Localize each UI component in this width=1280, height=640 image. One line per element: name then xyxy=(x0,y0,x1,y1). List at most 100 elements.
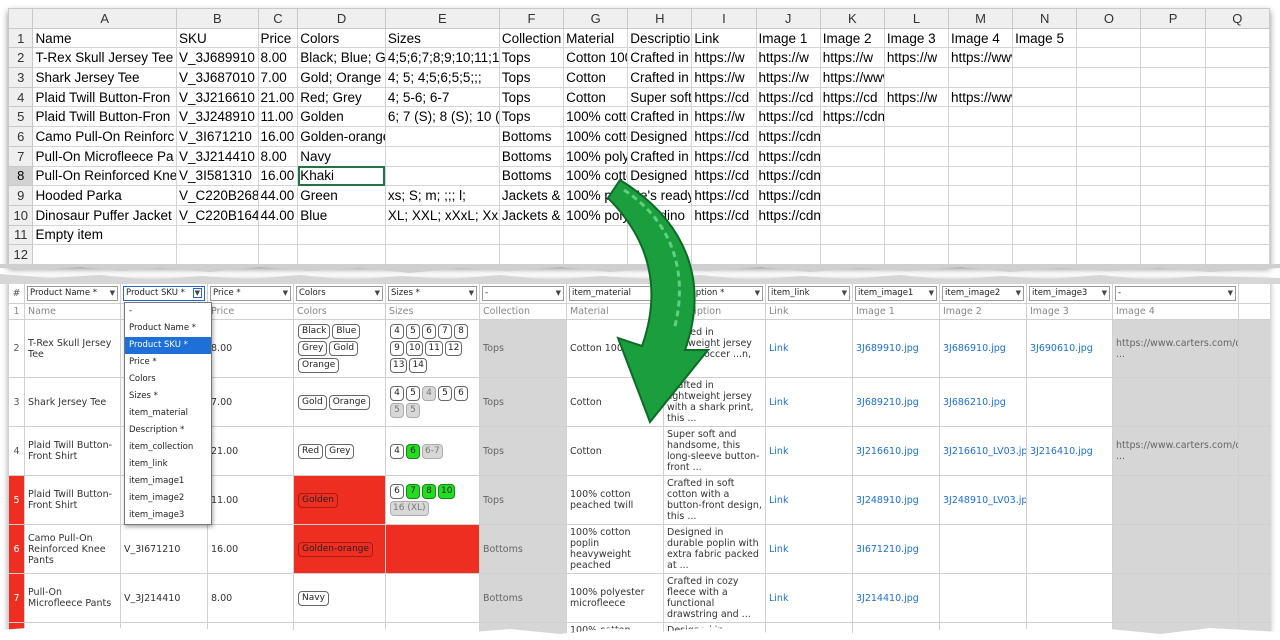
field-mapping-select[interactable]: - ▼ xyxy=(482,285,564,301)
sheet-cell[interactable]: https://w xyxy=(755,47,821,69)
sheet-cell[interactable] xyxy=(1140,86,1206,108)
sheet-cell[interactable] xyxy=(883,244,950,265)
sheet-cell[interactable] xyxy=(1076,204,1142,226)
column-header-e[interactable]: E xyxy=(384,8,500,29)
sheet-cell[interactable]: Designed xyxy=(627,126,693,147)
size-tag[interactable]: 9 xyxy=(390,341,404,356)
sheet-cell[interactable] xyxy=(1140,185,1206,206)
image2-cell-text[interactable]: 3J248910_LV03.jpg xyxy=(943,495,1026,506)
sheet-cell[interactable]: https://w xyxy=(883,86,950,108)
link-cell-text[interactable]: Link xyxy=(769,397,788,408)
sheet-cell[interactable] xyxy=(1204,67,1270,88)
size-tag[interactable]: 8 xyxy=(454,324,468,339)
sheet-cell[interactable] xyxy=(883,185,950,206)
sheet-cell[interactable] xyxy=(948,244,1014,265)
row-number[interactable]: 1 xyxy=(8,27,34,49)
sheet-cell[interactable] xyxy=(1012,224,1078,246)
size-tag[interactable]: 6 xyxy=(406,443,420,459)
row-number[interactable]: 12 xyxy=(8,244,34,265)
sheet-cell[interactable]: 100% cotto xyxy=(563,106,629,128)
sheet-cell[interactable]: 6; 7 (S); 8 (S); 10 (N xyxy=(384,106,500,128)
dropdown-option[interactable]: item_image3 xyxy=(125,507,211,524)
sheet-cell[interactable] xyxy=(1076,224,1142,246)
sheet-cell[interactable]: Pull-On Microfleece Pa xyxy=(32,145,178,167)
sheet-cell[interactable]: 21.00 xyxy=(257,86,299,108)
sheet-cell[interactable] xyxy=(1204,106,1270,128)
field-mapping-select[interactable]: Product Name * ▼ xyxy=(27,285,118,301)
size-tag[interactable]: 6 xyxy=(454,386,468,401)
sheet-cell[interactable] xyxy=(948,145,1014,167)
size-tag[interactable]: 5 xyxy=(406,386,420,401)
sheet-cell[interactable]: Camo Pull-On Reinforc xyxy=(32,126,178,147)
color-tag[interactable]: Orange xyxy=(298,358,340,373)
row-number[interactable]: 5 xyxy=(8,106,34,128)
sheet-cell[interactable]: Shark Jersey Tee xyxy=(32,67,178,88)
sheet-cell[interactable]: 4;5;6;7;8;9;10;11;12 xyxy=(384,47,500,69)
row-number[interactable]: 9 xyxy=(8,185,34,206)
chevron-down-icon[interactable]: ▼ xyxy=(842,289,847,297)
image1-cell-text[interactable]: 3J216610.jpg xyxy=(856,446,919,457)
sheet-cell[interactable] xyxy=(883,67,950,88)
dropdown-option[interactable]: Product SKU * xyxy=(125,337,211,354)
sheet-cell[interactable]: https://www.carters.com/dw/image/v2/AAMK… xyxy=(819,67,885,88)
sheet-cell[interactable]: Description xyxy=(627,27,693,49)
sheet-cell[interactable] xyxy=(1140,27,1206,49)
color-tag[interactable]: Golden-orange xyxy=(298,541,374,557)
column-header-p[interactable]: P xyxy=(1140,8,1206,29)
size-tag[interactable]: 4 xyxy=(390,386,404,401)
size-tag[interactable]: 14 xyxy=(409,358,427,373)
size-tag[interactable]: 5 xyxy=(438,386,452,401)
link-cell-text[interactable]: Link xyxy=(769,446,788,457)
sheet-cell[interactable]: Bottoms xyxy=(498,126,565,147)
sheet-cell[interactable] xyxy=(755,224,821,246)
sheet-cell[interactable]: https://cdn-fsly.yottaa.net/578855e22bb0… xyxy=(755,126,821,147)
chevron-down-icon[interactable]: ▼ xyxy=(283,289,288,297)
sheet-cell[interactable]: Tops xyxy=(498,67,565,88)
chevron-down-icon[interactable]: ▼ xyxy=(755,289,760,297)
column-header-j[interactable]: J xyxy=(755,8,821,29)
link-cell-text[interactable]: Link xyxy=(769,343,788,354)
dropdown-option[interactable]: Price * xyxy=(125,354,211,371)
sheet-cell[interactable] xyxy=(1076,86,1142,108)
sheet-cell[interactable]: Black; Blue; Gr xyxy=(297,47,386,69)
column-header-b[interactable]: B xyxy=(176,8,259,29)
field-mapping-select[interactable]: Product SKU * ▼ xyxy=(123,285,205,301)
image1-cell-text[interactable]: 3J214410.jpg xyxy=(856,593,919,604)
sheet-cell[interactable] xyxy=(1012,145,1078,167)
sheet-cell[interactable] xyxy=(1204,165,1270,187)
sheet-cell[interactable]: 7.00 xyxy=(257,67,299,88)
sheet-cell[interactable] xyxy=(1076,67,1142,88)
sheet-cell[interactable] xyxy=(948,67,1014,88)
color-tag[interactable]: Orange xyxy=(328,394,370,410)
sheet-cell[interactable] xyxy=(948,185,1014,206)
sheet-cell[interactable] xyxy=(1204,224,1270,246)
sheet-cell[interactable]: Gold; Orange xyxy=(297,67,386,88)
sheet-cell[interactable] xyxy=(1012,47,1078,69)
sheet-cell[interactable] xyxy=(819,165,885,187)
row-number[interactable]: 6 xyxy=(8,126,34,147)
sheet-cell[interactable] xyxy=(384,145,500,167)
sheet-cell[interactable] xyxy=(1140,47,1206,69)
column-header-m[interactable]: M xyxy=(948,8,1014,29)
sheet-cell[interactable] xyxy=(498,244,565,265)
chevron-down-icon[interactable]: ▼ xyxy=(556,289,561,297)
sheet-cell[interactable] xyxy=(1140,204,1206,226)
sheet-cell[interactable]: https://w xyxy=(819,47,885,69)
sheet-cell[interactable]: Cotton 100 xyxy=(563,47,629,69)
sheet-cell[interactable]: V_3J248910 xyxy=(176,106,259,128)
dropdown-option[interactable]: item_image1 xyxy=(125,473,211,490)
sheet-cell[interactable] xyxy=(755,244,821,265)
sheet-cell[interactable] xyxy=(819,204,885,226)
sheet-cell[interactable] xyxy=(1012,204,1078,226)
sheet-cell[interactable]: Name xyxy=(32,27,178,49)
dropdown-option[interactable]: Colors xyxy=(125,371,211,388)
sheet-cell[interactable]: Blue xyxy=(297,204,386,226)
sheet-cell[interactable]: Golden-orange xyxy=(297,126,386,147)
image2-cell-text[interactable]: 3J686210.jpg xyxy=(943,397,1006,408)
sheet-cell[interactable]: https://cdn-fsly.yottaa.net/578855e22bb0… xyxy=(755,185,821,206)
row-number[interactable]: 3 xyxy=(8,67,34,88)
dropdown-option[interactable]: Product Name * xyxy=(125,320,211,337)
size-tag[interactable]: 10 xyxy=(438,484,456,499)
field-mapping-select[interactable]: item_image2 ▼ xyxy=(942,285,1024,301)
sheet-cell[interactable] xyxy=(1012,67,1078,88)
